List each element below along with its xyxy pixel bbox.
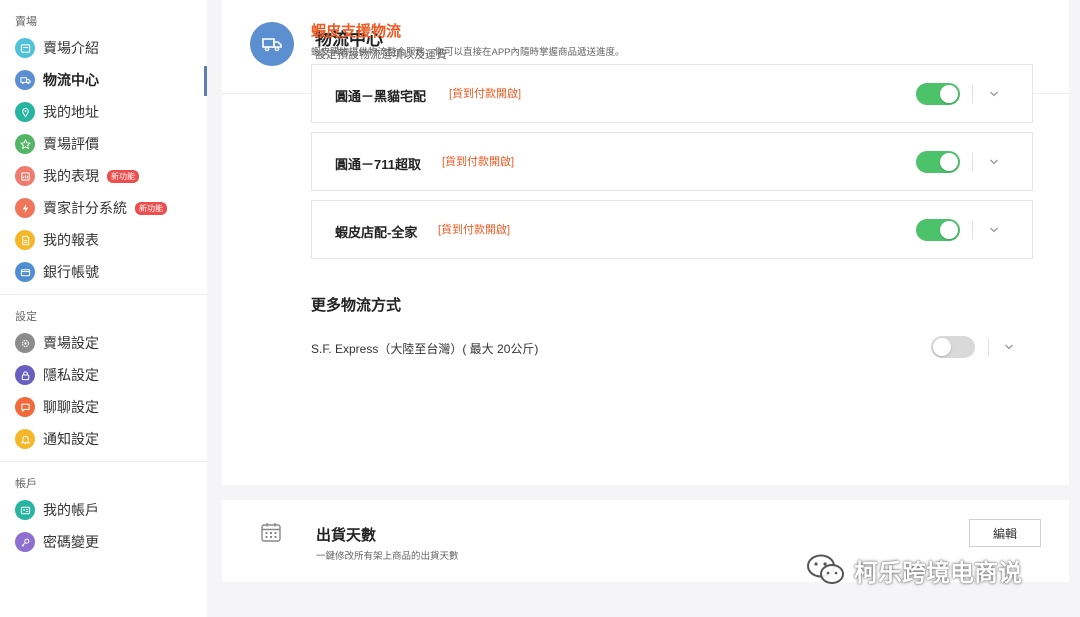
sidebar-item-label: 我的帳戶: [43, 502, 99, 518]
sidebar-item-label: 通知設定: [43, 431, 99, 447]
more-logistics-title: 更多物流方式: [311, 297, 402, 314]
logistics-name: 圓通－711超取: [335, 157, 421, 172]
shipping-days-title: 出貨天數: [316, 527, 377, 544]
bell-icon: [15, 429, 35, 449]
sidebar-item-label: 賣場介紹: [43, 40, 99, 56]
divider: [988, 338, 989, 356]
chat-icon: [15, 397, 35, 417]
new-feature-badge: 新功能: [107, 169, 139, 183]
bank-account-icon: [15, 262, 35, 282]
sidebar-item-label: 賣場設定: [43, 335, 99, 351]
sidebar-item-change-password[interactable]: 密碼變更: [0, 526, 207, 558]
shipping-days-description: 一鍵修改所有架上商品的出貨天數: [316, 551, 459, 562]
divider: [972, 153, 973, 171]
chevron-down-icon[interactable]: [987, 155, 1001, 169]
sidebar-item-my-performance[interactable]: 我的表現 新功能: [0, 160, 207, 192]
sidebar-item-label: 物流中心: [43, 72, 99, 88]
lock-icon: [15, 365, 35, 385]
sidebar-item-my-address[interactable]: 我的地址: [0, 96, 207, 128]
sidebar-section-store: 賣場 賣場介紹 物流中心 我的地址 賣場評價 我的表現 新功能 賣家計分系統 新…: [0, 0, 207, 294]
watermark: 柯乐跨境电商说: [806, 550, 1022, 590]
sidebar-item-label: 銀行帳號: [43, 264, 99, 280]
performance-icon: [15, 166, 35, 186]
cod-tag: [貨到付款開啟]: [438, 224, 511, 236]
chevron-down-icon[interactable]: [987, 223, 1001, 237]
id-card-icon: [15, 500, 35, 520]
sidebar-item-label: 隱私設定: [43, 367, 99, 383]
new-feature-badge: 新功能: [135, 201, 167, 215]
toggle-knob: [940, 153, 958, 171]
shopee-logistics-description: 蝦皮購物提供物流整合服務，你可以直接在APP內隨時掌握商品遞送進度。: [311, 47, 625, 58]
wechat-logo-icon: [807, 554, 844, 584]
sidebar-header: 賣場: [15, 16, 37, 28]
sidebar-item-store-intro[interactable]: 賣場介紹: [0, 32, 207, 64]
sidebar-header: 帳戶: [15, 478, 37, 490]
sidebar-item-privacy-settings[interactable]: 隱私設定: [0, 359, 207, 391]
truck-icon: [15, 70, 35, 90]
sidebar-section-settings: 設定 賣場設定 隱私設定 聊聊設定 通知設定: [0, 294, 207, 461]
sidebar-item-bank-account[interactable]: 銀行帳號: [0, 256, 207, 288]
logistics-card: 物流中心 設定預設物流選項以及運費 蝦皮支援物流 蝦皮購物提供物流整合服務，你可…: [222, 0, 1069, 485]
toggle-knob: [933, 338, 951, 356]
chevron-down-icon[interactable]: [1002, 340, 1016, 354]
sidebar: 賣場 賣場介紹 物流中心 我的地址 賣場評價 我的表現 新功能 賣家計分系統 新…: [0, 0, 207, 617]
logistics-toggle[interactable]: [916, 83, 960, 105]
sidebar-header: 設定: [15, 311, 37, 323]
sidebar-item-store-settings[interactable]: 賣場設定: [0, 327, 207, 359]
cod-tag: [貨到付款開啟]: [449, 88, 522, 100]
sf-express-label: S.F. Express（大陸至台灣）( 最大 20公斤): [311, 342, 539, 356]
sidebar-item-label: 我的表現: [43, 168, 99, 184]
toggle-knob: [940, 221, 958, 239]
star-icon: [15, 134, 35, 154]
calendar-icon: [261, 523, 281, 542]
sidebar-item-seller-score[interactable]: 賣家計分系統 新功能: [0, 192, 207, 224]
sidebar-item-logistics[interactable]: 物流中心: [0, 64, 207, 96]
sidebar-item-my-reports[interactable]: 我的報表: [0, 224, 207, 256]
sidebar-item-store-ratings[interactable]: 賣場評價: [0, 128, 207, 160]
watermark-text: 柯乐跨境电商说: [854, 559, 1022, 587]
sidebar-item-label: 我的地址: [43, 104, 99, 120]
logistics-name: 圓通－黑貓宅配: [335, 89, 427, 104]
truck-icon: [250, 22, 294, 66]
logistics-toggle[interactable]: [916, 219, 960, 241]
cod-tag: [貨到付款開啟]: [442, 156, 515, 168]
sidebar-item-notification-settings[interactable]: 通知設定: [0, 423, 207, 455]
logistics-row-blackcat: 圓通－黑貓宅配 [貨到付款開啟]: [311, 64, 1033, 123]
logistics-row-711: 圓通－711超取 [貨到付款開啟]: [311, 132, 1033, 191]
chevron-down-icon[interactable]: [987, 87, 1001, 101]
sidebar-item-my-account[interactable]: 我的帳戶: [0, 494, 207, 526]
sidebar-item-label: 賣家計分系統: [43, 200, 127, 216]
shopee-logistics-title: 蝦皮支援物流: [311, 23, 402, 40]
edit-button[interactable]: 編輯: [969, 519, 1041, 547]
lightning-icon: [15, 198, 35, 218]
toggle-knob: [940, 85, 958, 103]
sidebar-item-label: 聊聊設定: [43, 399, 99, 415]
sidebar-item-label: 賣場評價: [43, 136, 99, 152]
report-icon: [15, 230, 35, 250]
store-intro-icon: [15, 38, 35, 58]
sidebar-item-chat-settings[interactable]: 聊聊設定: [0, 391, 207, 423]
logistics-name: 蝦皮店配-全家: [335, 225, 418, 240]
location-pin-icon: [15, 102, 35, 122]
logistics-toggle[interactable]: [916, 151, 960, 173]
gear-icon: [15, 333, 35, 353]
sf-express-toggle[interactable]: [931, 336, 975, 358]
divider: [972, 221, 973, 239]
divider: [972, 85, 973, 103]
sidebar-item-label: 密碼變更: [43, 534, 99, 550]
key-icon: [15, 532, 35, 552]
sidebar-item-label: 我的報表: [43, 232, 99, 248]
logistics-row-familymart: 蝦皮店配-全家 [貨到付款開啟]: [311, 200, 1033, 259]
sidebar-section-account: 帳戶 我的帳戶 密碼變更: [0, 461, 207, 564]
